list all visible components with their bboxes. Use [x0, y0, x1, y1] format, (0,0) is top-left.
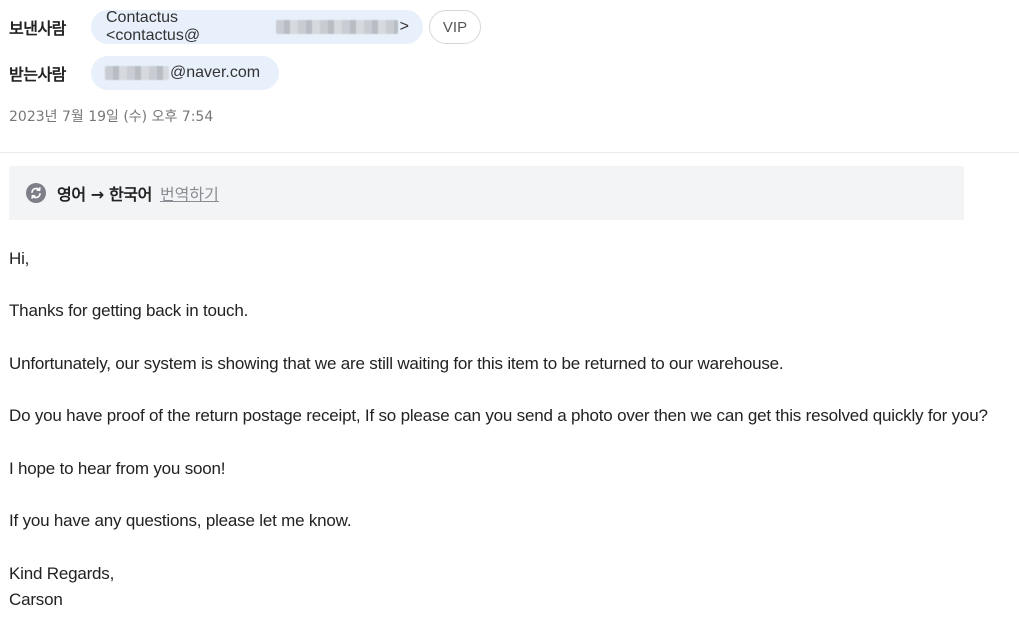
sender-label: 보낸사람 [9, 19, 66, 38]
message-line: Thanks for getting back in touch. [9, 301, 249, 320]
message-line: Hi, [9, 249, 30, 268]
translate-icon [26, 183, 46, 203]
recipient-chip[interactable]: @naver.com [91, 56, 279, 90]
sent-date: 2023년 7월 19일 (수) 오후 7:54 [9, 109, 214, 125]
recipient-email: @naver.com [170, 64, 261, 81]
recipient-label: 받는사람 [9, 65, 66, 84]
sender-chip[interactable]: Contactus <contactus@ > [91, 9, 423, 44]
redacted-email-blur [105, 66, 169, 80]
message-line: If you have any questions, please let me… [9, 511, 352, 530]
message-line: I hope to hear from you soon! [9, 459, 226, 478]
translation-bar: 영어 → 한국어 번역하기 [9, 166, 964, 220]
sender-row: 보낸사람 Contactus <contactus@ > VIP [9, 9, 481, 44]
message-line: Do you have proof of the return postage … [9, 406, 988, 425]
translation-languages: 영어 → 한국어 [57, 185, 152, 204]
message-line: Unfortunately, our system is showing tha… [9, 354, 784, 373]
sender-suffix: > [399, 18, 409, 35]
sender-name: Contactus <contactus@ [106, 9, 201, 44]
message-line: Carson [9, 590, 63, 609]
recipient-row: 받는사람 @naver.com [9, 56, 279, 90]
translate-button[interactable]: 번역하기 [160, 181, 219, 205]
vip-button[interactable]: VIP [429, 10, 481, 44]
redacted-email-blur [275, 20, 398, 34]
message-line: Kind Regards, [9, 564, 115, 583]
header-divider [0, 152, 1019, 153]
